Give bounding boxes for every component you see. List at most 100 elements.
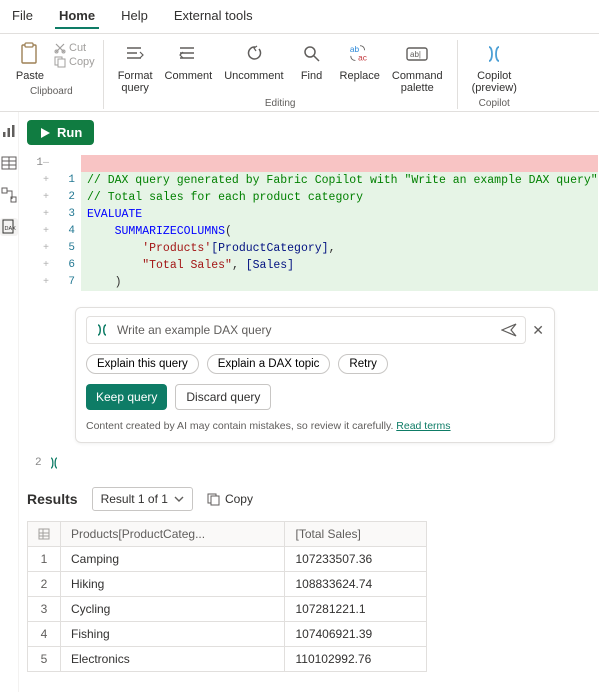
code-line[interactable]: "Total Sales", [Sales] [81, 257, 598, 274]
editor-gutter: 1 2 3 4 5 6 7 [55, 155, 81, 291]
palette-icon: ab| [405, 42, 429, 66]
copilot-icon [482, 42, 506, 66]
code-line[interactable]: ) [81, 274, 598, 291]
results-section: Results Result 1 of 1 Copy Products[Prod… [27, 487, 598, 672]
run-button[interactable]: Run [27, 120, 94, 145]
run-label: Run [57, 125, 82, 140]
code-line[interactable]: EVALUATE [81, 206, 598, 223]
table-row: 4Fishing107406921.39 [28, 622, 427, 647]
code-line[interactable]: // Total sales for each product category [81, 189, 598, 206]
col-header[interactable]: Products[ProductCateg... [61, 522, 285, 547]
left-nav: DAX [0, 112, 19, 692]
comment-button[interactable]: Comment [159, 40, 219, 84]
results-dropdown[interactable]: Result 1 of 1 [92, 487, 193, 511]
cut-label: Cut [69, 42, 86, 54]
read-terms-link[interactable]: Read terms [396, 420, 450, 432]
chip-explain-topic[interactable]: Explain a DAX topic [207, 354, 331, 374]
table-row: 3Cycling107281221.1 [28, 597, 427, 622]
find-icon [300, 42, 324, 66]
copilot-input-row [86, 316, 526, 344]
copilot-panel: ✕ Explain this query Explain a DAX topic… [75, 307, 555, 443]
copilot-label: Copilot (preview) [472, 70, 517, 94]
code-lines[interactable]: // DAX query generated by Fabric Copilot… [81, 155, 598, 291]
menubar: File Home Help External tools [0, 0, 599, 34]
code-line[interactable]: // DAX query generated by Fabric Copilot… [81, 172, 598, 189]
copilot-line-icon[interactable] [48, 457, 60, 469]
replace-icon: abac [348, 42, 372, 66]
format-query-button[interactable]: Format query [112, 40, 159, 96]
chip-row: Explain this query Explain a DAX topic R… [86, 354, 544, 374]
code-line[interactable]: 'Products'[ProductCategory], [81, 240, 598, 257]
svg-text:ab|: ab| [410, 50, 421, 59]
clipboard-group-label: Clipboard [30, 86, 73, 97]
action-row: Keep query Discard query [86, 384, 544, 410]
command-palette-button[interactable]: ab| Command palette [386, 40, 449, 96]
editor-fold-col: —+++++++ [43, 155, 55, 291]
table-row: 2Hiking108833624.74 [28, 572, 427, 597]
editor-line2: 2 [35, 457, 598, 469]
copilot-button[interactable]: Copilot (preview) [466, 40, 523, 96]
paste-icon [18, 42, 42, 66]
menu-external-tools[interactable]: External tools [170, 4, 257, 29]
editing-group-label: Editing [265, 98, 296, 109]
chip-retry[interactable]: Retry [338, 354, 387, 374]
send-icon[interactable] [501, 322, 517, 338]
menu-home[interactable]: Home [55, 4, 99, 29]
chip-explain-query[interactable]: Explain this query [86, 354, 199, 374]
format-label: Format query [118, 70, 153, 94]
copy-label: Copy [69, 56, 95, 68]
keep-query-button[interactable]: Keep query [86, 384, 167, 410]
nav-table-icon[interactable] [0, 154, 18, 172]
copy-icon [207, 493, 220, 506]
results-header: Results Result 1 of 1 Copy [27, 487, 598, 511]
copy-button[interactable]: Copy [54, 56, 95, 68]
uncomment-button[interactable]: Uncomment [218, 40, 289, 84]
copilot-group-label: Copilot [479, 98, 510, 109]
uncomment-icon [242, 42, 266, 66]
results-copy-button[interactable]: Copy [207, 492, 253, 506]
main: DAX Run 1 —+++++++ 1 2 3 4 5 6 7 [0, 112, 599, 692]
content: Run 1 —+++++++ 1 2 3 4 5 6 7 // DAX [19, 112, 599, 692]
results-table: Products[ProductCateg... [Total Sales] 1… [27, 521, 427, 672]
ribbon-divider [103, 40, 104, 109]
svg-text:ac: ac [358, 52, 367, 62]
svg-text:DAX: DAX [5, 226, 17, 232]
nav-model-icon[interactable] [0, 186, 18, 204]
discard-query-button[interactable]: Discard query [175, 384, 271, 410]
ribbon-group-copilot: Copilot (preview) Copilot [466, 40, 523, 109]
nav-dax-icon[interactable]: DAX [0, 218, 18, 236]
menu-help[interactable]: Help [117, 4, 152, 29]
results-title: Results [27, 491, 78, 507]
code-line[interactable]: SUMMARIZECOLUMNS( [81, 223, 598, 240]
play-icon [39, 127, 51, 139]
chevron-down-icon [174, 494, 184, 504]
cut-button[interactable]: Cut [54, 42, 95, 54]
editor-outer-gutter: 1 [27, 155, 43, 291]
paste-label: Paste [16, 70, 44, 82]
nav-report-icon[interactable] [0, 122, 18, 140]
replace-button[interactable]: abac Replace [334, 40, 386, 84]
replace-label: Replace [340, 70, 380, 82]
uncomment-label: Uncomment [224, 70, 283, 82]
comment-icon [176, 42, 200, 66]
ribbon-group-editing: Format query Comment Uncomment Find abac… [112, 40, 449, 109]
col-header[interactable]: [Total Sales] [285, 522, 427, 547]
copilot-close-button[interactable]: ✕ [532, 322, 544, 339]
editor: 1 —+++++++ 1 2 3 4 5 6 7 // DAX query ge… [27, 155, 598, 291]
find-label: Find [301, 70, 322, 82]
copilot-spark-icon [95, 323, 109, 337]
table-row: 1Camping107233507.36 [28, 547, 427, 572]
paste-button[interactable]: Paste [8, 40, 52, 84]
comment-label: Comment [165, 70, 213, 82]
table-row: 5Electronics110102992.76 [28, 647, 427, 672]
find-button[interactable]: Find [290, 40, 334, 84]
ribbon-divider-2 [457, 40, 458, 109]
copilot-input[interactable] [117, 323, 493, 337]
menu-file[interactable]: File [8, 4, 37, 29]
table-corner [28, 522, 61, 547]
ribbon: Paste Cut Copy Clipboard [0, 34, 599, 112]
copilot-disclaimer: Content created by AI may contain mistak… [86, 420, 544, 432]
cut-icon [54, 42, 66, 54]
format-icon [123, 42, 147, 66]
palette-label: Command palette [392, 70, 443, 94]
